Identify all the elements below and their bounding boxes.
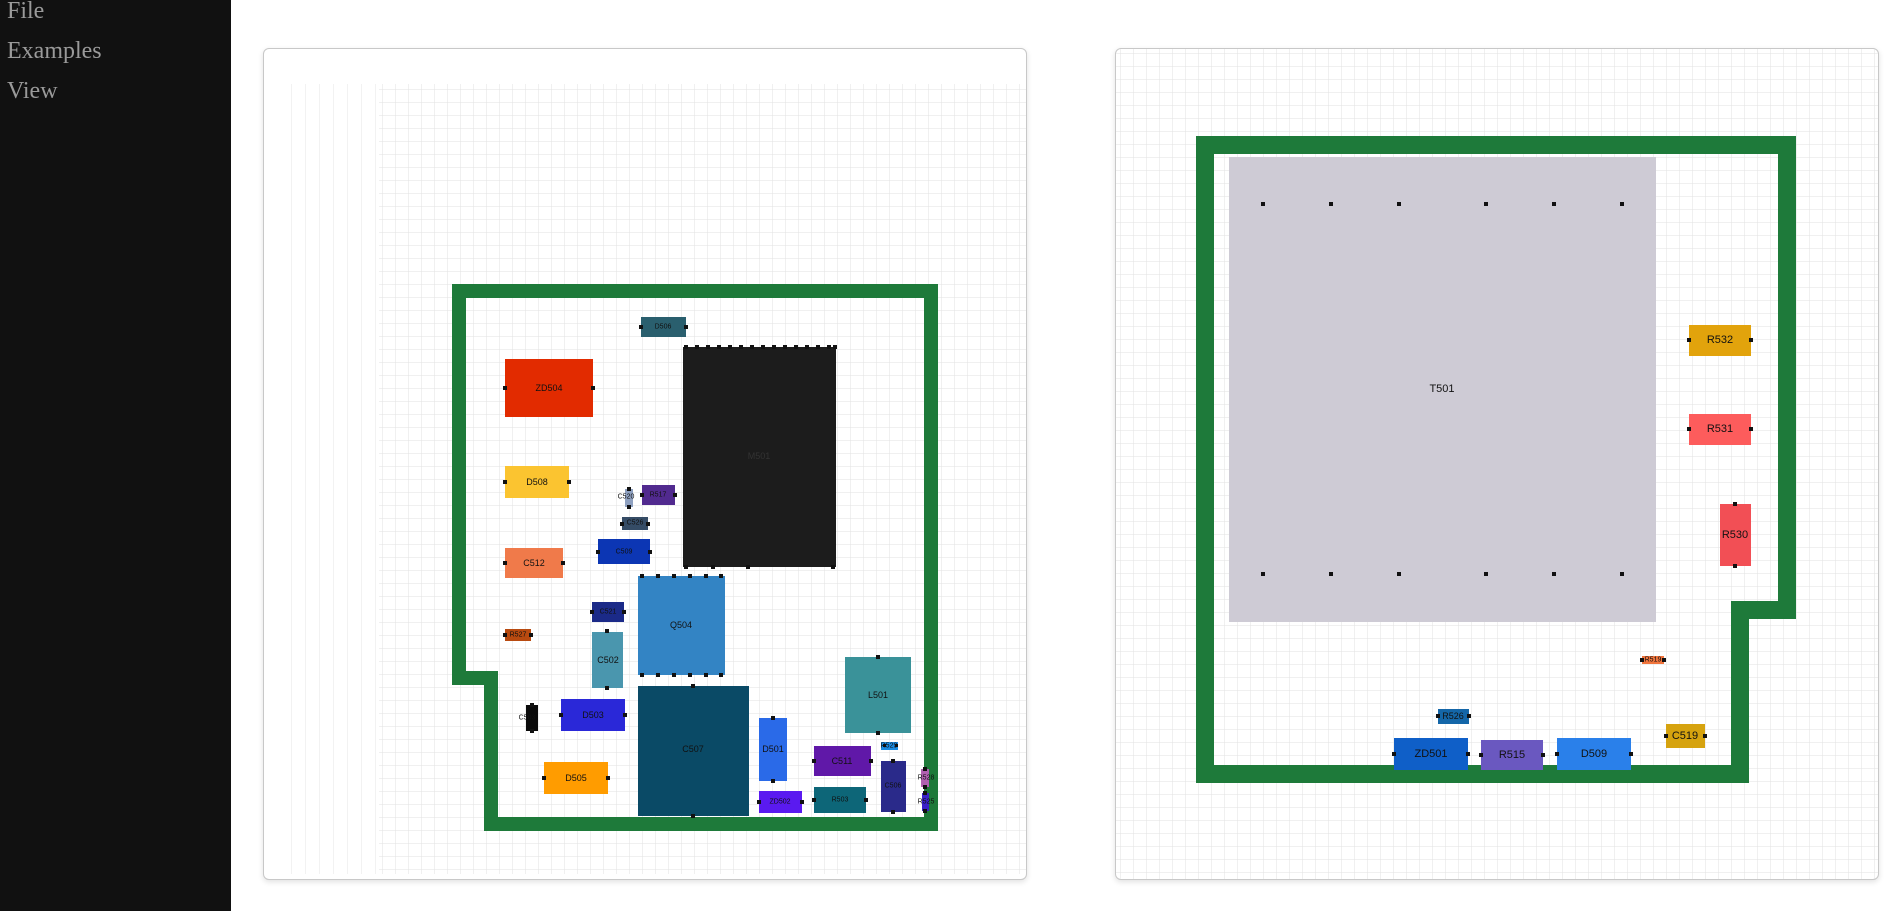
component-label: C507 xyxy=(682,744,704,754)
sidebar: File Examples View xyxy=(0,0,231,911)
component-D508[interactable]: D508 xyxy=(505,466,569,498)
component-R517[interactable]: R517 xyxy=(642,485,675,505)
component-ZD504[interactable]: ZD504 xyxy=(505,359,593,417)
component-C511[interactable]: C511 xyxy=(814,746,871,776)
component-L501[interactable]: L501 xyxy=(845,657,911,733)
component-label: Q504 xyxy=(670,620,692,630)
component-M501[interactable]: M501 xyxy=(683,347,836,567)
component-label: ZD502 xyxy=(769,799,790,806)
component-D501[interactable]: D501 xyxy=(759,718,787,781)
component-C507[interactable]: C507 xyxy=(638,686,749,816)
component-label: C502 xyxy=(597,655,619,665)
component-label: C520 xyxy=(618,494,635,501)
component-label: R527 xyxy=(510,632,527,639)
component-label: R531 xyxy=(1707,423,1733,435)
component-label: R528 xyxy=(918,775,935,782)
component-label: C512 xyxy=(523,558,545,568)
component-label: D503 xyxy=(582,710,604,720)
component-R519[interactable]: R519 xyxy=(1640,656,1666,664)
component-C509[interactable]: C509 xyxy=(598,539,650,564)
left-pcb-panel[interactable]: D506 ZD504 M501 D508 C520 R517 C526 C509… xyxy=(263,48,1027,880)
component-label: D508 xyxy=(526,477,548,487)
component-label: R519 xyxy=(1645,657,1662,664)
component-label: ZD504 xyxy=(535,383,562,393)
component-label: C503 xyxy=(519,715,536,722)
component-C512[interactable]: C512 xyxy=(505,548,563,578)
menu-view[interactable]: View xyxy=(7,78,58,105)
component-label: C526 xyxy=(627,520,644,527)
component-label: R515 xyxy=(1499,749,1525,761)
component-label: R532 xyxy=(1707,334,1733,346)
right-pcb-canvas[interactable]: T501 R532 R531 R530 R519 R526 C519 ZD501… xyxy=(1116,49,1878,879)
component-label: D509 xyxy=(1581,748,1607,760)
component-Q504[interactable]: Q504 xyxy=(638,576,725,675)
component-R531[interactable]: R531 xyxy=(1687,414,1753,445)
right-pcb-panel[interactable]: T501 R532 R531 R530 R519 R526 C519 ZD501… xyxy=(1115,48,1879,880)
grid-margin xyxy=(279,84,379,874)
component-C521[interactable]: C521 xyxy=(592,602,624,622)
component-label: C519 xyxy=(1672,730,1698,742)
component-label: C521 xyxy=(600,609,617,616)
menu-examples[interactable]: Examples xyxy=(7,38,102,65)
component-label: R526 xyxy=(1442,711,1464,721)
component-C526[interactable]: C526 xyxy=(622,517,648,530)
component-D509[interactable]: D509 xyxy=(1555,738,1633,770)
component-D506[interactable]: D506 xyxy=(641,317,686,337)
component-label: L501 xyxy=(868,690,888,700)
component-label: ZD501 xyxy=(1414,748,1447,760)
component-label: D506 xyxy=(655,324,672,331)
component-T501[interactable]: T501 xyxy=(1229,157,1656,622)
component-C502[interactable]: C502 xyxy=(592,632,623,688)
component-ZD502[interactable]: ZD502 xyxy=(759,791,802,813)
component-R530[interactable]: R530 xyxy=(1720,502,1751,568)
component-label: D501 xyxy=(762,744,784,754)
component-R515[interactable]: R515 xyxy=(1479,740,1545,770)
component-C506[interactable]: C506 xyxy=(881,761,906,812)
component-R532[interactable]: R532 xyxy=(1687,325,1753,356)
component-label: C509 xyxy=(616,549,633,556)
component-D505[interactable]: D505 xyxy=(544,762,608,794)
component-label: M501 xyxy=(748,451,771,461)
left-pcb-canvas[interactable]: D506 ZD504 M501 D508 C520 R517 C526 C509… xyxy=(264,49,1026,879)
component-label: R525 xyxy=(918,799,935,806)
component-label: R517 xyxy=(650,492,667,499)
component-R503[interactable]: R503 xyxy=(814,787,866,813)
component-R526[interactable]: R526 xyxy=(1436,709,1471,724)
component-label: C506 xyxy=(885,783,902,790)
component-C519[interactable]: C519 xyxy=(1664,724,1707,748)
component-ZD501[interactable]: ZD501 xyxy=(1392,738,1470,770)
component-label: C511 xyxy=(832,756,853,766)
component-label: D505 xyxy=(565,773,587,783)
component-R527[interactable]: R527 xyxy=(505,629,531,641)
component-label: R503 xyxy=(832,797,849,804)
menu-file[interactable]: File xyxy=(7,0,44,25)
component-label: T501 xyxy=(1429,383,1454,395)
component-D503[interactable]: D503 xyxy=(561,699,625,731)
component-label: R530 xyxy=(1722,529,1748,541)
